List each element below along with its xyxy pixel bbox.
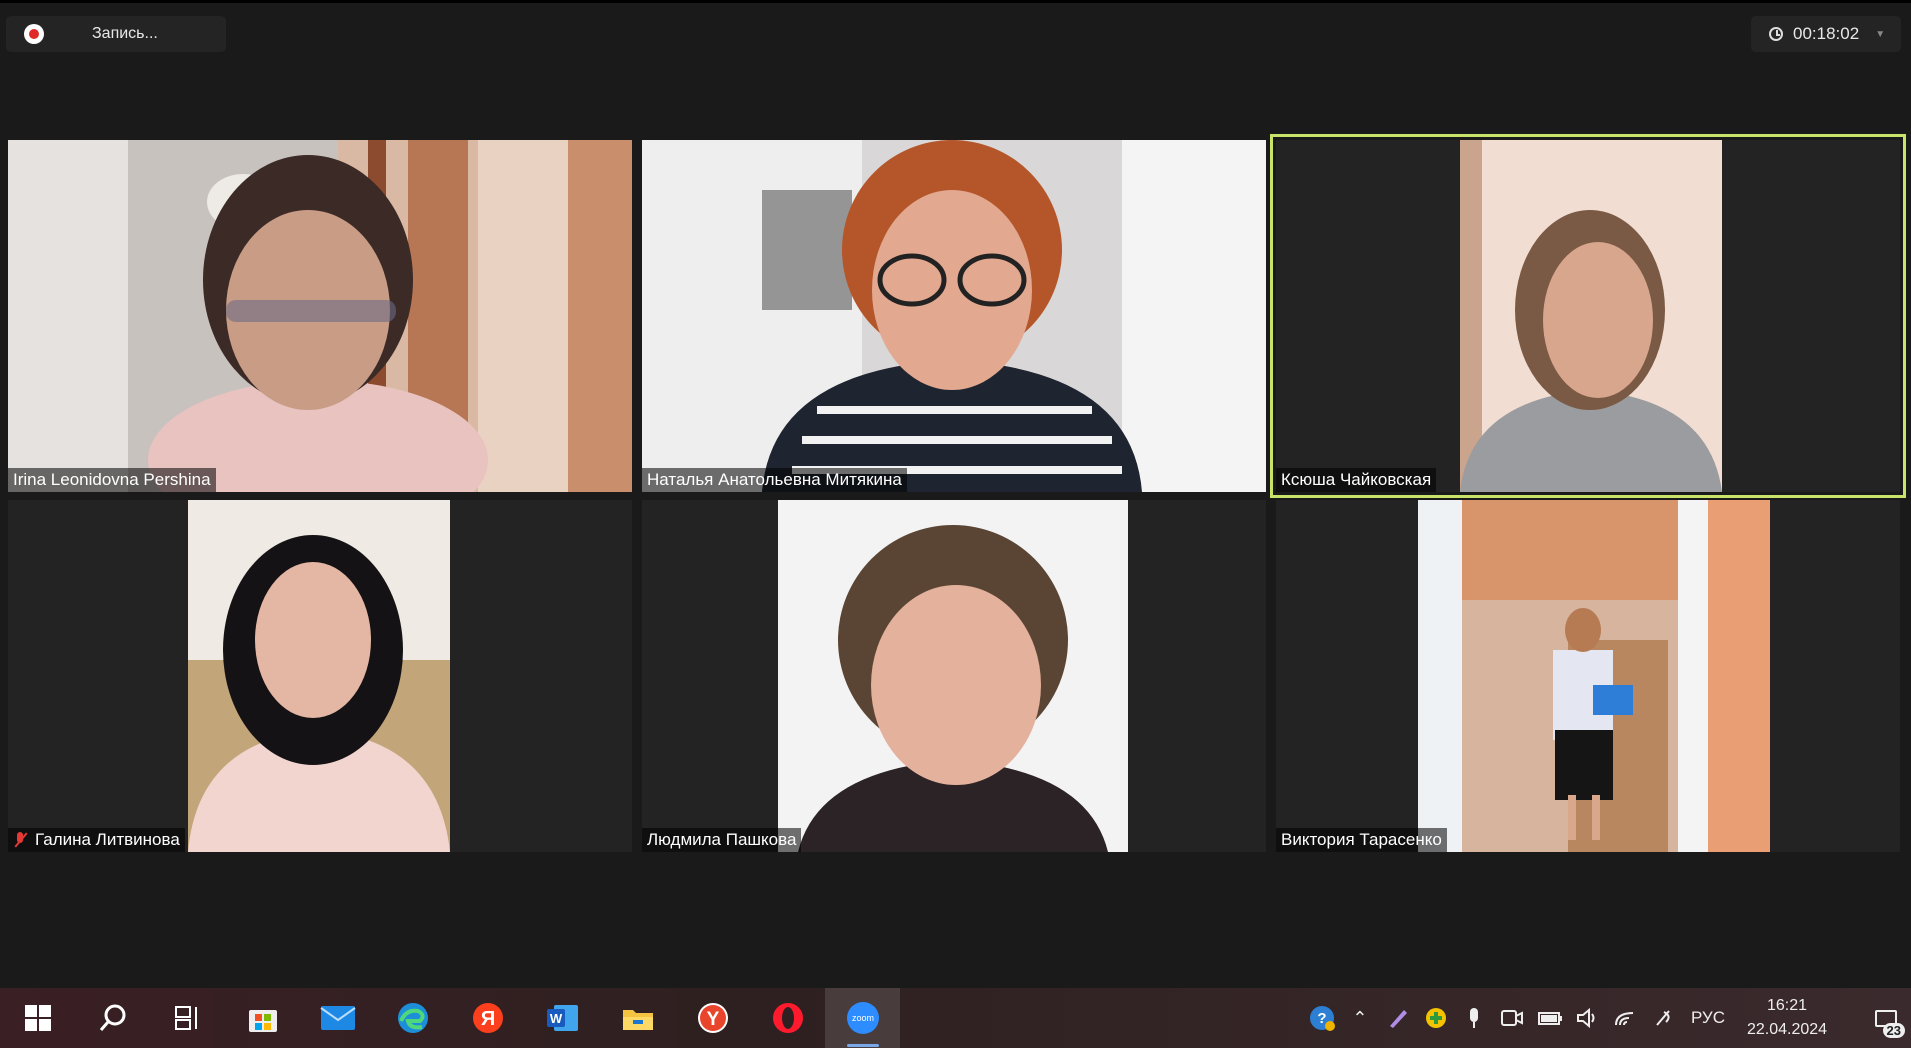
start-button[interactable] — [0, 988, 75, 1048]
recording-indicator[interactable]: Запись... — [6, 16, 226, 52]
pen-icon — [1389, 1010, 1407, 1028]
task-view-icon — [174, 1006, 197, 1030]
notification-center-button[interactable]: 23 — [1861, 988, 1911, 1048]
yandex-browser-icon: Y — [697, 1003, 728, 1033]
participant-video — [1418, 500, 1770, 852]
video-frame-image — [188, 500, 450, 852]
pen-settings-tray-button[interactable] — [1645, 988, 1683, 1048]
participant-name: Галина Литвинова — [35, 830, 180, 849]
show-hidden-icons-button[interactable]: ⌃ — [1341, 988, 1379, 1048]
svg-text:?: ? — [1317, 1010, 1326, 1027]
store-app-button[interactable] — [225, 988, 300, 1048]
chevron-up-icon: ⌃ — [1352, 1007, 1368, 1028]
help-tray-button[interactable]: ? — [1303, 988, 1341, 1048]
plus-shield-icon — [1425, 1008, 1446, 1028]
participant-video — [778, 500, 1128, 852]
notification-count-badge: 23 — [1882, 1023, 1905, 1038]
volume-icon — [1576, 1007, 1595, 1029]
participant-name-tag: Виктория Тарасенко — [1276, 828, 1447, 852]
mail-icon — [319, 1006, 356, 1030]
search-icon — [99, 1004, 125, 1031]
opera-app-button[interactable] — [750, 988, 825, 1048]
participant-name-tag: Irina Leonidovna Pershina — [8, 468, 216, 492]
yandex-icon: Я — [472, 1003, 503, 1033]
mail-app-button[interactable] — [300, 988, 375, 1048]
camera-icon — [1500, 1010, 1523, 1026]
search-button[interactable] — [75, 988, 150, 1048]
help-icon: ? — [1309, 1006, 1335, 1031]
participant-name-tag: Наталья Анатольевна Митякина — [642, 468, 907, 492]
participant-tile[interactable]: Людмила Пашкова — [642, 500, 1266, 852]
battery-tray-button[interactable] — [1531, 988, 1569, 1048]
window-top-edge — [0, 0, 1911, 3]
recording-label: Запись... — [92, 25, 158, 42]
video-frame-image — [1418, 500, 1770, 852]
opera-icon — [772, 1003, 803, 1033]
clock-date: 22.04.2024 — [1746, 1021, 1828, 1038]
file-explorer-button[interactable] — [600, 988, 675, 1048]
video-frame-image — [778, 500, 1128, 852]
camera-tray-button[interactable] — [1493, 988, 1531, 1048]
wifi-icon — [1614, 1012, 1633, 1026]
participant-name: Виктория Тарасенко — [1281, 830, 1442, 849]
edge-icon — [397, 1003, 428, 1033]
svg-text:Y: Y — [706, 1009, 719, 1030]
participant-tile[interactable]: Irina Leonidovna Pershina — [8, 140, 632, 492]
task-view-button[interactable] — [150, 988, 225, 1048]
participant-name-tag: Ксюша Чайковская — [1276, 468, 1437, 492]
participant-name: Ксюша Чайковская — [1281, 470, 1432, 489]
participant-name-tag: Людмила Пашкова — [642, 828, 802, 852]
video-frame-image — [642, 140, 1266, 492]
participant-name: Наталья Анатольевна Митякина — [647, 470, 902, 489]
record-dot-icon — [24, 24, 44, 44]
video-grid: Irina Leonidovna Pershina Наталья Анатол… — [8, 134, 1906, 852]
svg-text:Я: Я — [480, 1008, 494, 1030]
participant-name: Людмила Пашкова — [647, 830, 797, 849]
yandex-browser-button[interactable]: Y — [675, 988, 750, 1048]
timer-text: 00:18:02 — [1793, 24, 1860, 43]
wifi-tray-button[interactable] — [1607, 988, 1645, 1048]
participant-name: Irina Leonidovna Pershina — [13, 470, 211, 489]
clock-icon — [1769, 27, 1783, 41]
participant-tile[interactable]: Виктория Тарасенко — [1276, 500, 1900, 852]
app-tray-button[interactable] — [1417, 988, 1455, 1048]
volume-tray-button[interactable] — [1569, 988, 1607, 1048]
muted-mic-icon — [13, 832, 27, 848]
input-language-indicator[interactable]: РУС — [1691, 1008, 1725, 1028]
microphone-icon — [1469, 1008, 1478, 1028]
participant-video — [642, 140, 1266, 492]
microphone-tray-button[interactable] — [1455, 988, 1493, 1048]
participant-video — [188, 500, 450, 852]
edge-app-button[interactable] — [375, 988, 450, 1048]
windows-start-icon — [24, 1005, 51, 1031]
participant-tile[interactable]: Наталья Анатольевна Митякина — [642, 140, 1266, 492]
participant-tile-active-speaker[interactable]: Ксюша Чайковская — [1270, 134, 1906, 498]
zoom-icon: zoom — [846, 1002, 879, 1034]
battery-icon — [1537, 1012, 1562, 1025]
windows-taskbar: Я W Y zoom ? ⌃ РУС 16:21 22.04.2024 23 — [0, 988, 1911, 1048]
pen-tray-button[interactable] — [1379, 988, 1417, 1048]
svg-text:zoom: zoom — [851, 1013, 873, 1023]
file-explorer-icon — [622, 1010, 653, 1030]
participant-tile[interactable]: Галина Литвинова — [8, 500, 632, 852]
clock-time: 16:21 — [1766, 997, 1808, 1014]
word-app-button[interactable]: W — [525, 988, 600, 1048]
pen-settings-icon — [1656, 1010, 1670, 1026]
yandex-app-button[interactable]: Я — [450, 988, 525, 1048]
zoom-app-button[interactable]: zoom — [825, 988, 900, 1048]
word-icon: W — [546, 1005, 578, 1031]
video-frame-image — [8, 140, 632, 492]
meeting-timer[interactable]: 00:18:02 ▼ — [1751, 16, 1901, 52]
participant-video — [1460, 140, 1722, 492]
microsoft-store-icon — [248, 1010, 277, 1032]
participant-name-tag: Галина Литвинова — [8, 828, 185, 852]
svg-text:W: W — [549, 1011, 562, 1026]
video-frame-image — [1460, 140, 1722, 492]
participant-video — [8, 140, 632, 492]
chevron-down-icon: ▼ — [1875, 28, 1886, 40]
system-tray: ? ⌃ РУС 16:21 22.04.2024 23 — [1303, 988, 1911, 1048]
taskbar-clock[interactable]: 16:21 22.04.2024 — [1739, 994, 1835, 1042]
